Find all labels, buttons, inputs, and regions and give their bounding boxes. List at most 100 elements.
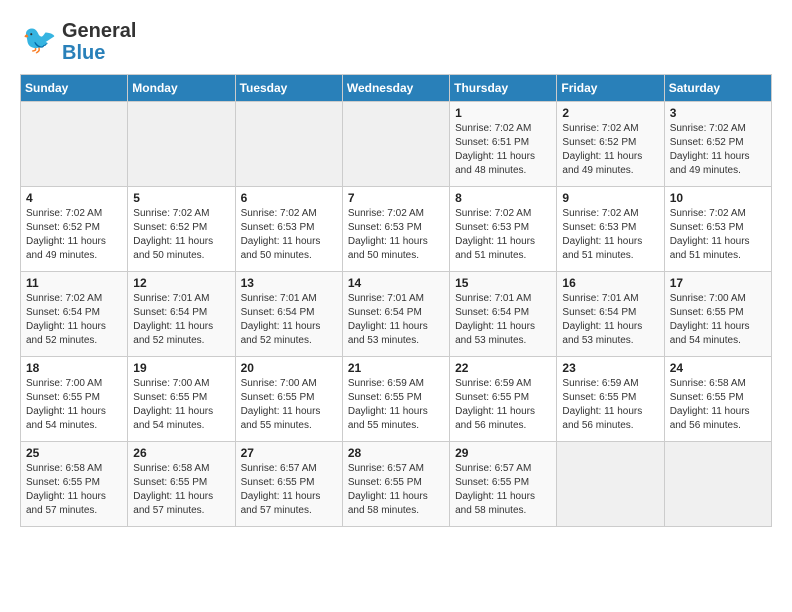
logo-blue: Blue [62,42,105,64]
day-info: Sunrise: 6:58 AMSunset: 6:55 PMDaylight:… [133,462,229,518]
calendar-cell: 14 Sunrise: 7:01 AMSunset: 6:54 PMDayligh… [342,272,449,357]
logo: 🐦 General Blue [20,20,136,64]
day-info: Sunrise: 7:02 AMSunset: 6:52 PMDaylight:… [133,207,229,263]
calendar-cell: 24 Sunrise: 6:58 AMSunset: 6:55 PMDayligh… [664,357,771,442]
day-info: Sunrise: 7:01 AMSunset: 6:54 PMDaylight:… [241,292,337,348]
calendar-cell: 20Sunrise: 7:00 AMSunset: 6:55 PMDayligh… [235,357,342,442]
logo-icon: 🐦 [20,21,58,64]
day-number: 2 [562,106,658,120]
day-number: 4 [26,191,122,205]
calendar-cell [21,102,128,187]
svg-text:🐦: 🐦 [22,24,57,55]
day-number: 15 [455,276,551,290]
day-info: Sunrise: 7:02 AMSunset: 6:53 PMDaylight:… [455,207,551,263]
day-info: Sunrise: 7:01 AMSunset: 6:54 PMDaylight:… [348,292,444,348]
calendar-cell: 23 Sunrise: 6:59 AMSunset: 6:55 PMDayligh… [557,357,664,442]
calendar-cell: 7 Sunrise: 7:02 AMSunset: 6:53 PMDaylight… [342,187,449,272]
day-info: Sunrise: 7:01 AMSunset: 6:54 PMDaylight:… [133,292,229,348]
header: 🐦 General Blue [20,20,772,64]
day-number: 7 [348,191,444,205]
day-info: Sunrise: 7:02 AMSunset: 6:54 PMDaylight:… [26,292,122,348]
day-info: Sunrise: 7:00 AMSunset: 6:55 PMDaylight:… [26,377,122,433]
day-number: 21 [348,361,444,375]
calendar-cell: 4Sunrise: 7:02 AMSunset: 6:52 PMDaylight… [21,187,128,272]
calendar-cell: 27 Sunrise: 6:57 AMSunset: 6:55 PMDayligh… [235,442,342,527]
day-number: 25 [26,446,122,460]
day-info: Sunrise: 7:02 AMSunset: 6:51 PMDaylight:… [455,122,551,178]
day-info: Sunrise: 7:00 AMSunset: 6:55 PMDaylight:… [241,377,337,433]
day-info: Sunrise: 6:58 AMSunset: 6:55 PMDaylight:… [26,462,122,518]
calendar-cell: 12 Sunrise: 7:01 AMSunset: 6:54 PMDayligh… [128,272,235,357]
day-number: 26 [133,446,229,460]
day-info: Sunrise: 6:59 AMSunset: 6:55 PMDaylight:… [562,377,658,433]
day-info: Sunrise: 7:02 AMSunset: 6:53 PMDaylight:… [241,207,337,263]
day-number: 10 [670,191,766,205]
day-info: Sunrise: 6:57 AMSunset: 6:55 PMDaylight:… [348,462,444,518]
day-number: 16 [562,276,658,290]
day-info: Sunrise: 6:59 AMSunset: 6:55 PMDaylight:… [455,377,551,433]
day-info: Sunrise: 7:02 AMSunset: 6:52 PMDaylight:… [562,122,658,178]
day-info: Sunrise: 7:00 AMSunset: 6:55 PMDaylight:… [133,377,229,433]
day-number: 24 [670,361,766,375]
calendar-cell: 1 Sunrise: 7:02 AMSunset: 6:51 PMDaylight… [450,102,557,187]
day-header-friday: Friday [557,75,664,102]
day-info: Sunrise: 7:02 AMSunset: 6:53 PMDaylight:… [348,207,444,263]
day-number: 12 [133,276,229,290]
day-number: 18 [26,361,122,375]
calendar-cell: 16 Sunrise: 7:01 AMSunset: 6:54 PMDayligh… [557,272,664,357]
calendar-cell: 5 Sunrise: 7:02 AMSunset: 6:52 PMDaylight… [128,187,235,272]
calendar-cell: 19 Sunrise: 7:00 AMSunset: 6:55 PMDayligh… [128,357,235,442]
day-number: 28 [348,446,444,460]
logo-general: General [62,20,136,42]
calendar-cell: 10 Sunrise: 7:02 AMSunset: 6:53 PMDayligh… [664,187,771,272]
day-number: 29 [455,446,551,460]
day-number: 3 [670,106,766,120]
calendar-cell: 9 Sunrise: 7:02 AMSunset: 6:53 PMDaylight… [557,187,664,272]
day-info: Sunrise: 6:57 AMSunset: 6:55 PMDaylight:… [455,462,551,518]
calendar-cell [235,102,342,187]
day-number: 13 [241,276,337,290]
calendar-cell [342,102,449,187]
day-header-monday: Monday [128,75,235,102]
day-info: Sunrise: 7:02 AMSunset: 6:52 PMDaylight:… [670,122,766,178]
day-header-sunday: Sunday [21,75,128,102]
calendar-cell: 6 Sunrise: 7:02 AMSunset: 6:53 PMDaylight… [235,187,342,272]
day-number: 17 [670,276,766,290]
day-number: 8 [455,191,551,205]
calendar-cell: 13 Sunrise: 7:01 AMSunset: 6:54 PMDayligh… [235,272,342,357]
calendar-cell: 29 Sunrise: 6:57 AMSunset: 6:55 PMDayligh… [450,442,557,527]
calendar-cell [664,442,771,527]
day-number: 23 [562,361,658,375]
day-info: Sunrise: 7:01 AMSunset: 6:54 PMDaylight:… [562,292,658,348]
day-number: 6 [241,191,337,205]
calendar-cell: 11 Sunrise: 7:02 AMSunset: 6:54 PMDayligh… [21,272,128,357]
calendar-cell: 22 Sunrise: 6:59 AMSunset: 6:55 PMDayligh… [450,357,557,442]
calendar-cell: 8 Sunrise: 7:02 AMSunset: 6:53 PMDaylight… [450,187,557,272]
day-header-saturday: Saturday [664,75,771,102]
day-info: Sunrise: 7:02 AMSunset: 6:53 PMDaylight:… [562,207,658,263]
day-number: 11 [26,276,122,290]
calendar-cell: 17 Sunrise: 7:00 AMSunset: 6:55 PMDayligh… [664,272,771,357]
day-number: 19 [133,361,229,375]
day-number: 14 [348,276,444,290]
day-number: 22 [455,361,551,375]
day-info: Sunrise: 6:58 AMSunset: 6:55 PMDaylight:… [670,377,766,433]
calendar-cell [128,102,235,187]
day-number: 9 [562,191,658,205]
calendar-cell: 26 Sunrise: 6:58 AMSunset: 6:55 PMDayligh… [128,442,235,527]
day-header-thursday: Thursday [450,75,557,102]
calendar-cell: 18 Sunrise: 7:00 AMSunset: 6:55 PMDayligh… [21,357,128,442]
calendar-cell: 21 Sunrise: 6:59 AMSunset: 6:55 PMDayligh… [342,357,449,442]
day-info: Sunrise: 7:01 AMSunset: 6:54 PMDaylight:… [455,292,551,348]
day-info: Sunrise: 7:00 AMSunset: 6:55 PMDaylight:… [670,292,766,348]
day-number: 1 [455,106,551,120]
calendar-cell [557,442,664,527]
day-number: 27 [241,446,337,460]
day-info: Sunrise: 7:02 AMSunset: 6:53 PMDaylight:… [670,207,766,263]
day-header-wednesday: Wednesday [342,75,449,102]
day-info: Sunrise: 6:57 AMSunset: 6:55 PMDaylight:… [241,462,337,518]
calendar-table: SundayMondayTuesdayWednesdayThursdayFrid… [20,74,772,527]
day-number: 5 [133,191,229,205]
day-info: Sunrise: 6:59 AMSunset: 6:55 PMDaylight:… [348,377,444,433]
calendar-cell: 28 Sunrise: 6:57 AMSunset: 6:55 PMDayligh… [342,442,449,527]
